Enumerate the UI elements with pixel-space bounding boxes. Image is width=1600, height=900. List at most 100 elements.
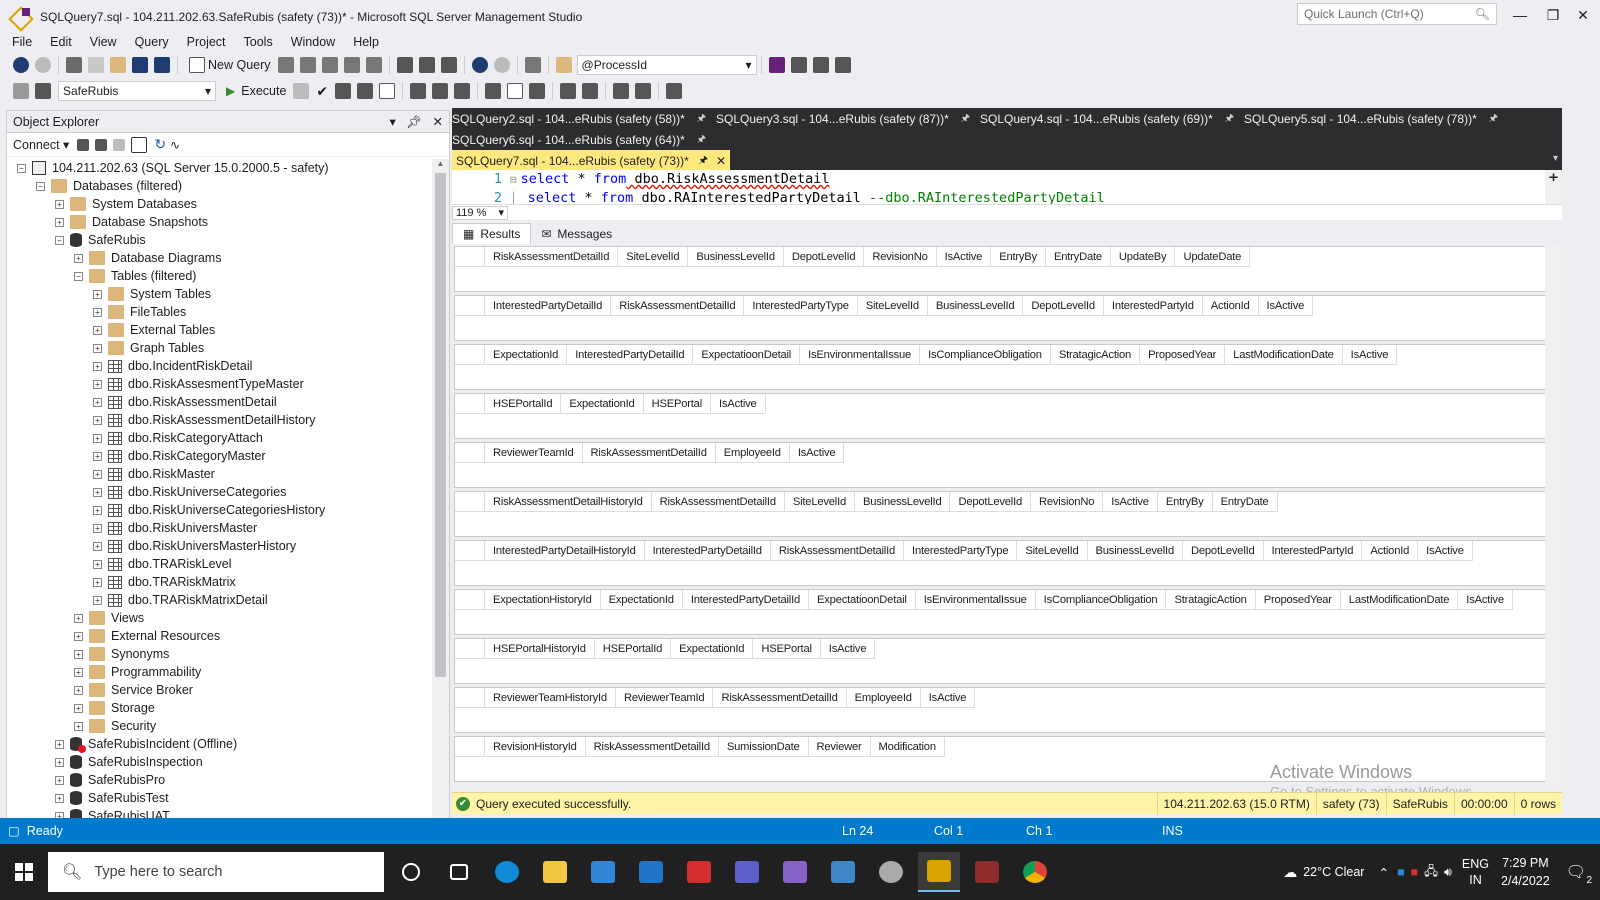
- expand-icon[interactable]: +: [55, 739, 64, 749]
- results-scrollbar[interactable]: [1545, 244, 1562, 790]
- column-header[interactable]: BusinessLevelId: [855, 492, 951, 512]
- teams-taskbar-button[interactable]: [726, 852, 768, 892]
- column-header[interactable]: InterestedPartyType: [904, 541, 1018, 561]
- column-header[interactable]: RiskAssessmentDetailId: [586, 737, 719, 757]
- column-header[interactable]: ReviewerTeamId: [616, 688, 714, 708]
- results-to-file-icon[interactable]: [529, 83, 546, 99]
- photos-taskbar-button[interactable]: [822, 852, 864, 892]
- expand-icon[interactable]: +: [93, 487, 102, 497]
- undo-icon[interactable]: [471, 57, 488, 73]
- column-header[interactable]: RiskAssessmentDetailId: [713, 688, 847, 708]
- scrollbar-thumb[interactable]: [435, 173, 446, 677]
- expand-icon[interactable]: +: [93, 451, 102, 461]
- expand-icon[interactable]: +: [55, 757, 64, 767]
- expand-icon[interactable]: +: [74, 721, 83, 731]
- column-header[interactable]: DepotLevelId: [1183, 541, 1264, 561]
- grid-corner[interactable]: [455, 296, 485, 316]
- tree-node[interactable]: − SafeRubis: [7, 231, 432, 249]
- tray-app-icon[interactable]: ■: [1397, 865, 1405, 879]
- column-header[interactable]: ExpectationId: [601, 590, 683, 610]
- collapse-icon[interactable]: −: [36, 181, 45, 191]
- activity-monitor-icon[interactable]: ∿: [170, 138, 180, 152]
- pin-icon[interactable]: 🖈︎: [1225, 111, 1234, 128]
- column-header[interactable]: ExpectationId: [671, 639, 754, 659]
- column-header[interactable]: EmployeeId: [716, 443, 790, 463]
- tree-node[interactable]: + SafeRubisTest: [7, 789, 432, 807]
- result-grid[interactable]: ReviewerTeamHistoryId ReviewerTeamId RiskA…: [454, 687, 1558, 733]
- expand-icon[interactable]: +: [55, 199, 64, 209]
- mdx-query-icon[interactable]: [299, 57, 316, 73]
- comment-lines-icon[interactable]: [560, 83, 577, 99]
- column-header[interactable]: HSEPortalId: [485, 394, 562, 414]
- connect-icon[interactable]: [13, 83, 29, 99]
- tab-sqlquery3[interactable]: SQLQuery3.sql - 104...eRubis (safety (87…: [716, 111, 980, 128]
- expand-icon[interactable]: +: [93, 469, 102, 479]
- forward-icon[interactable]: [35, 57, 51, 73]
- expand-icon[interactable]: +: [93, 415, 102, 425]
- pin-icon[interactable]: 🖈︎: [1489, 111, 1498, 128]
- close-button[interactable]: ✕: [1560, 4, 1600, 26]
- column-header[interactable]: HSEPortalId: [595, 639, 672, 659]
- column-header[interactable]: RiskAssessmentDetailId: [611, 296, 745, 316]
- toolbox-icon[interactable]: [812, 57, 829, 73]
- tree-node[interactable]: + dbo.RiskAssessmentDetailHistory: [7, 411, 432, 429]
- disconnect-icon[interactable]: [95, 138, 108, 151]
- tree-node[interactable]: + Database Diagrams: [7, 249, 432, 267]
- expand-icon[interactable]: +: [93, 289, 102, 299]
- column-header[interactable]: IsActive: [1458, 590, 1513, 610]
- column-header[interactable]: BusinessLevelId: [688, 247, 784, 267]
- expand-icon[interactable]: +: [74, 613, 83, 623]
- expand-icon[interactable]: +: [55, 775, 64, 785]
- result-grid[interactable]: HSEPortalHistoryId HSEPortalId Expectation…: [454, 638, 1558, 684]
- result-grid[interactable]: InterestedPartyDetailId RiskAssessmentDet…: [454, 295, 1558, 341]
- grid-corner[interactable]: [455, 394, 485, 414]
- column-header[interactable]: RiskAssessmentDetailHistoryId: [485, 492, 652, 512]
- column-header[interactable]: UpdateDate: [1175, 247, 1251, 267]
- tree-node[interactable]: + SafeRubisPro: [7, 771, 432, 789]
- stop-icon[interactable]: [113, 138, 126, 151]
- tree-node[interactable]: + dbo.RiskUniversMaster: [7, 519, 432, 537]
- column-header[interactable]: StratagicAction: [1166, 590, 1256, 610]
- weather-icon[interactable]: ☁︎: [1283, 864, 1297, 881]
- menu-window[interactable]: Window: [285, 35, 341, 49]
- pin-icon[interactable]: 🖈︎: [699, 153, 708, 170]
- column-header[interactable]: BusinessLevelId: [928, 296, 1024, 316]
- tray-app-icon[interactable]: ■: [1411, 865, 1419, 879]
- pin-icon[interactable]: 📌︎: [406, 115, 422, 129]
- expand-icon[interactable]: +: [93, 505, 102, 515]
- column-header[interactable]: IsComplianceObligation: [1036, 590, 1167, 610]
- result-grid[interactable]: ExpectationHistoryId ExpectationId Interes…: [454, 589, 1558, 635]
- tree-node[interactable]: + Database Snapshots: [7, 213, 432, 231]
- close-tab-icon[interactable]: ✕: [716, 154, 726, 168]
- column-header[interactable]: DepotLevelId: [784, 247, 865, 267]
- result-grid[interactable]: RiskAssessmentDetailId SiteLevelId Busines…: [454, 246, 1558, 292]
- weather-text[interactable]: 22°C Clear: [1303, 865, 1364, 879]
- pin-icon[interactable]: 🖈︎: [697, 132, 706, 149]
- chevron-down-icon[interactable]: ▾: [390, 115, 396, 129]
- intellisense-icon[interactable]: [379, 83, 396, 99]
- tab-sqlquery2[interactable]: SQLQuery2.sql - 104...eRubis (safety (58…: [452, 111, 716, 128]
- connect-dropdown[interactable]: Connect ▾: [13, 137, 69, 152]
- expand-icon[interactable]: +: [74, 685, 83, 695]
- editor-split-icon[interactable]: ➕︎: [1545, 170, 1562, 207]
- new-query-button[interactable]: New Query: [186, 57, 271, 73]
- tab-sqlquery4[interactable]: SQLQuery4.sql - 104...eRubis (safety (69…: [980, 111, 1244, 128]
- tree-node[interactable]: + Graph Tables: [7, 339, 432, 357]
- column-header[interactable]: SiteLevelId: [618, 247, 689, 267]
- column-header[interactable]: ProposedYear: [1140, 345, 1226, 365]
- tree-node[interactable]: + dbo.RiskUniversMasterHistory: [7, 537, 432, 555]
- live-statistics-icon[interactable]: [432, 83, 449, 99]
- column-header[interactable]: InterestedPartyId: [1104, 296, 1203, 316]
- column-header[interactable]: HSEPortal: [644, 394, 711, 414]
- column-header[interactable]: IsActive: [1343, 345, 1398, 365]
- query-designer-icon[interactable]: [357, 83, 374, 99]
- grid-corner[interactable]: [455, 541, 485, 561]
- expand-icon[interactable]: +: [93, 343, 102, 353]
- grid-corner[interactable]: [455, 443, 485, 463]
- column-header[interactable]: IsComplianceObligation: [920, 345, 1051, 365]
- output-window-icon[interactable]: [834, 57, 851, 73]
- actual-plan-icon[interactable]: [410, 83, 427, 99]
- collapse-icon[interactable]: −: [17, 163, 26, 173]
- column-header[interactable]: LastModificationDate: [1225, 345, 1343, 365]
- expand-icon[interactable]: +: [93, 577, 102, 587]
